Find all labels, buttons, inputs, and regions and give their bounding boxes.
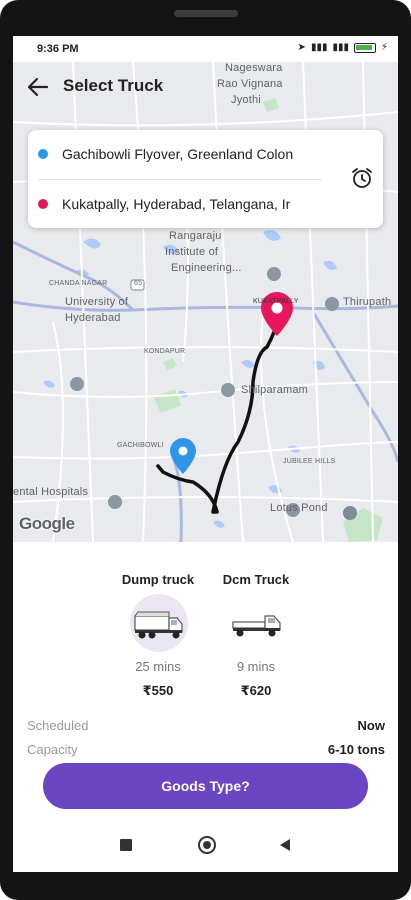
app-screen: 9:36 PM ➤ ▮▮▮ ▮▮▮ ⚡ Nageswara Rao Vignan… xyxy=(13,36,398,872)
map-label: KUKATPALLY xyxy=(253,298,299,305)
truck-name: Dump truck xyxy=(121,572,195,587)
capacity-label: Capacity xyxy=(27,742,78,757)
phone-speaker xyxy=(174,10,238,17)
map-label: Engineering... xyxy=(171,262,242,274)
truck-name: Dcm Truck xyxy=(222,572,290,587)
google-logo: Google xyxy=(19,514,75,533)
page-title: Select Truck xyxy=(63,76,164,95)
truck-image xyxy=(228,594,286,652)
phone-frame: 9:36 PM ➤ ▮▮▮ ▮▮▮ ⚡ Nageswara Rao Vignan… xyxy=(0,0,411,900)
map-label: ental Hospitals xyxy=(13,486,89,498)
scheduled-label: Scheduled xyxy=(27,718,89,733)
map-label: Thirupath xyxy=(343,296,392,308)
pickup-pin-icon xyxy=(170,438,196,474)
capacity-row: Capacity 6-10 tons xyxy=(27,740,385,760)
scheduled-row: Scheduled Now xyxy=(27,716,385,736)
dcm-truck-icon xyxy=(232,615,281,637)
route-card: Gachibowli Flyover, Greenland Colon Kuka… xyxy=(28,130,383,228)
battery-icon xyxy=(353,42,376,53)
drop-dot-icon xyxy=(38,199,48,209)
capacity-value: 6-10 tons xyxy=(327,742,385,757)
map-label: University of xyxy=(65,296,129,308)
alarm-clock-icon[interactable] xyxy=(350,166,374,190)
map-label: 65 xyxy=(134,280,143,287)
truck-eta: 25 mins xyxy=(135,659,181,674)
map-label: Shilparamam xyxy=(241,384,309,396)
truck-price: ₹550 xyxy=(142,683,174,698)
status-icons: ➤ ▮▮▮ ▮▮▮ ⚡ xyxy=(298,42,388,53)
truck-option-dump[interactable]: Dump truck 25 mins ₹550 xyxy=(113,542,203,698)
charging-icon: ⚡ xyxy=(380,42,388,53)
goods-type-button[interactable]: Goods Type? xyxy=(43,763,368,809)
pickup-location-field[interactable]: Gachibowli Flyover, Greenland Colon xyxy=(28,134,333,174)
map-label: Institute of xyxy=(165,246,219,258)
map-label: Hyderabad xyxy=(65,312,121,324)
map-label: Rangaraju xyxy=(169,230,222,242)
app-header: Select Truck xyxy=(13,62,398,112)
map-label: CHANDA NAGAR xyxy=(49,280,108,287)
dump-truck-icon xyxy=(134,611,183,639)
route-divider xyxy=(38,179,322,180)
back-triangle-icon[interactable] xyxy=(280,839,290,851)
truck-option-dcm[interactable]: Dcm Truck 9 mins ₹620 xyxy=(211,542,301,698)
status-bar: 9:36 PM ➤ ▮▮▮ ▮▮▮ ⚡ xyxy=(13,36,398,62)
truck-price: ₹620 xyxy=(240,683,272,698)
drop-location-text: Kukatpally, Hyderabad, Telangana, Ir xyxy=(62,196,291,212)
pickup-location-text: Gachibowli Flyover, Greenland Colon xyxy=(62,146,294,162)
back-arrow-icon[interactable] xyxy=(25,74,51,100)
system-nav-bar xyxy=(13,820,398,872)
map-label: JUBILEE HILLS xyxy=(283,458,336,465)
map-label: GACHIBOWLI xyxy=(117,442,164,449)
recents-icon[interactable] xyxy=(120,839,132,851)
location-icon: ➤ xyxy=(297,42,306,53)
home-icon[interactable] xyxy=(198,836,216,854)
scheduled-value: Now xyxy=(357,718,385,733)
drop-location-field[interactable]: Kukatpally, Hyderabad, Telangana, Ir xyxy=(28,184,333,224)
status-time: 9:36 PM xyxy=(37,43,79,55)
signal-icon-2: ▮▮▮ xyxy=(332,42,349,53)
truck-eta: 9 mins xyxy=(236,659,276,674)
truck-image-selected xyxy=(130,594,188,652)
map-label: Lotus Pond xyxy=(270,502,328,514)
signal-icon: ▮▮▮ xyxy=(310,42,328,53)
map-label: KONDAPUR xyxy=(144,348,186,355)
pickup-dot-icon xyxy=(38,149,48,159)
